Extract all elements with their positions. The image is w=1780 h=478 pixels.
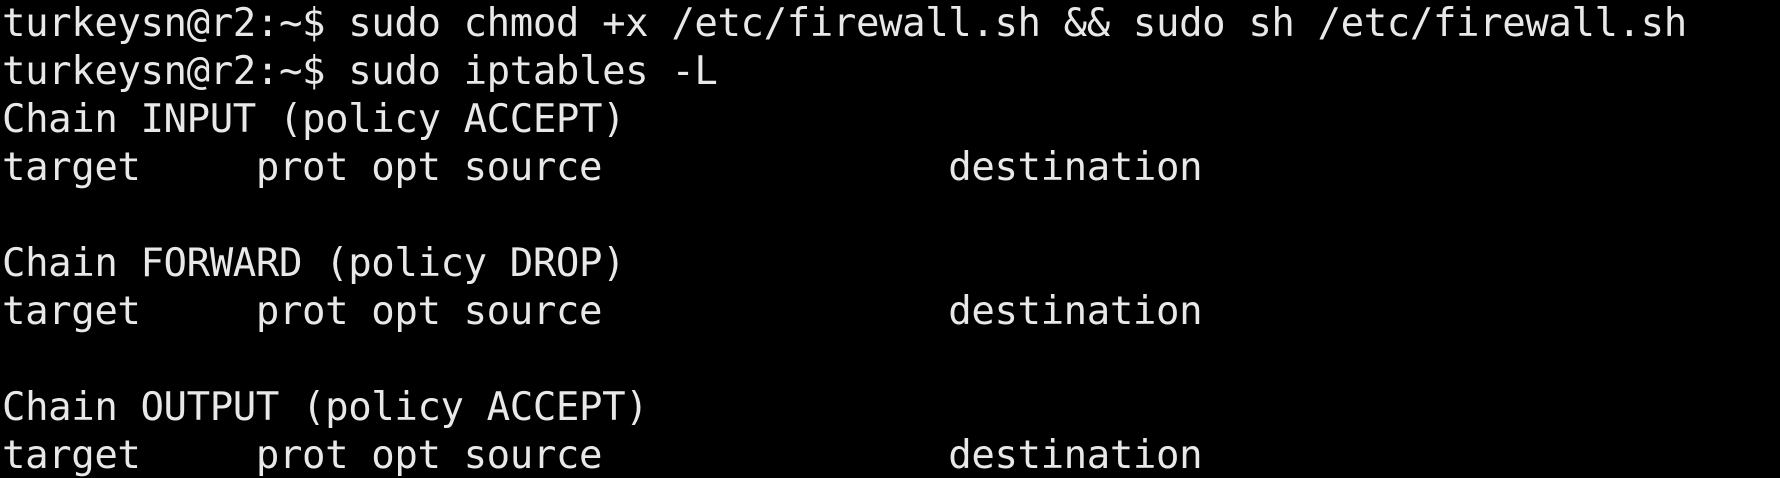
chain-forward-columns: target prot opt source destination	[2, 289, 1203, 334]
terminal-window[interactable]: turkeysn@r2:~$ sudo chmod +x /etc/firewa…	[0, 0, 1780, 478]
chain-forward-header: Chain FORWARD (policy DROP)	[2, 241, 626, 286]
chain-input-columns: target prot opt source destination	[2, 145, 1203, 190]
prompt-line-chmod-command: turkeysn@r2:~$ sudo chmod +x /etc/firewa…	[2, 1, 1687, 46]
prompt-line-iptables-command: turkeysn@r2:~$ sudo iptables -L	[2, 49, 718, 94]
chain-output-header: Chain OUTPUT (policy ACCEPT)	[2, 385, 649, 430]
chain-output-columns: target prot opt source destination	[2, 433, 1203, 478]
chain-input-header: Chain INPUT (policy ACCEPT)	[2, 97, 626, 142]
